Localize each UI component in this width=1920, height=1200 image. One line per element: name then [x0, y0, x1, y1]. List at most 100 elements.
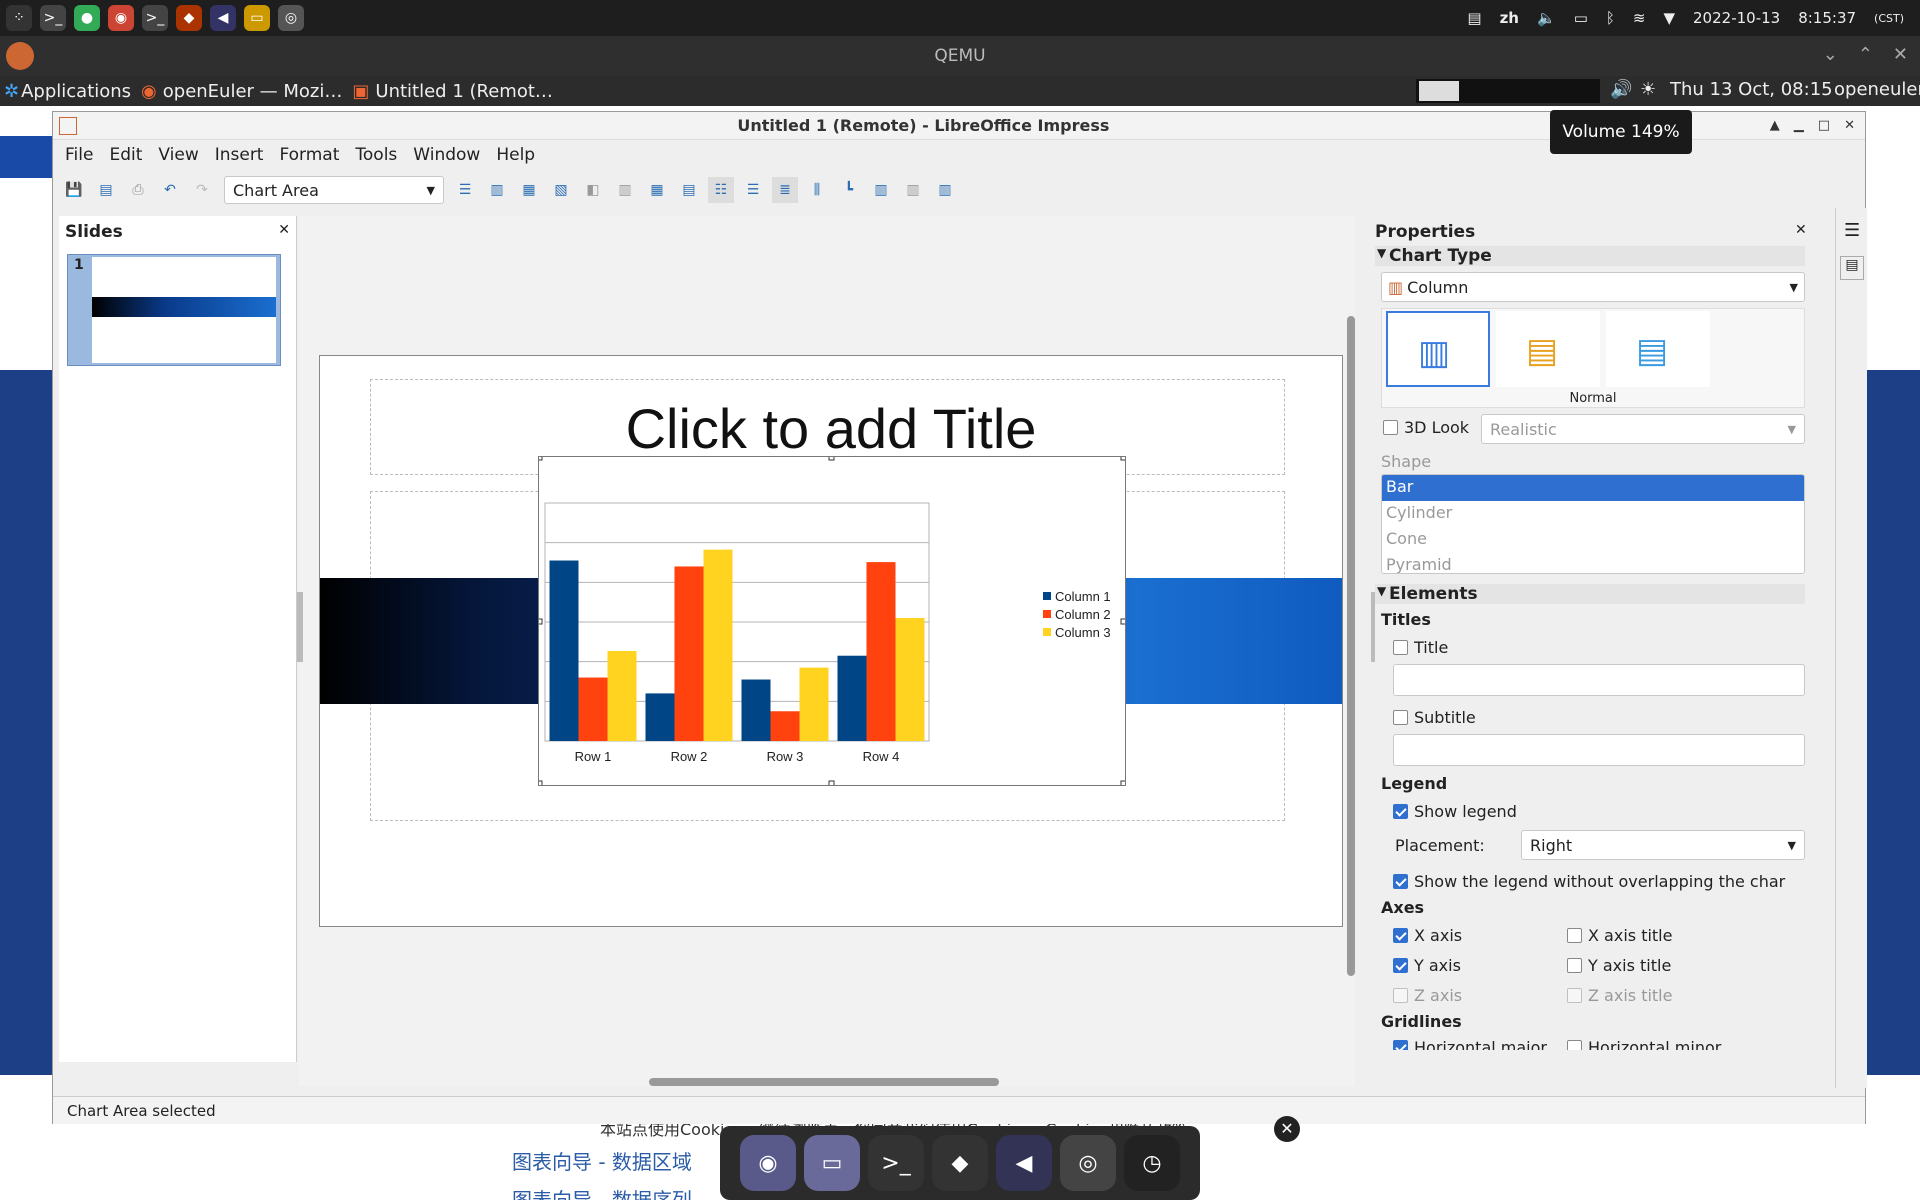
vscode-icon[interactable]: ◀ [210, 5, 236, 31]
x-axis-checkbox[interactable] [1393, 928, 1408, 943]
title-input[interactable] [1393, 664, 1805, 696]
chart-type-icon[interactable]: ▥ [484, 177, 510, 203]
horizontal-scrollbar[interactable] [649, 1078, 999, 1086]
menu-help[interactable]: Help [496, 145, 535, 165]
menu-view[interactable]: View [158, 145, 198, 165]
redo-icon[interactable]: ↷ [189, 177, 215, 203]
h-major-checkbox[interactable] [1393, 1040, 1408, 1050]
y-axis-icon[interactable]: ▥ [900, 177, 926, 203]
close-icon[interactable]: ✕ [1795, 222, 1807, 238]
chart-type-dropdown[interactable]: ▥ Column ▼ [1381, 272, 1805, 302]
subtitle-checkbox[interactable] [1393, 710, 1408, 725]
variant-stacked[interactable]: ▤ [1496, 311, 1600, 387]
legend-icon[interactable]: ☰ [740, 177, 766, 203]
firefox-icon[interactable]: ◉ [740, 1135, 796, 1191]
close-icon[interactable]: ✕ [1844, 118, 1855, 133]
terminal-icon-2[interactable]: >_ [142, 5, 168, 31]
print-icon[interactable]: ⎙ [125, 177, 151, 203]
format-selection-icon[interactable]: ☰ [452, 177, 478, 203]
bluetooth-icon[interactable]: ᛒ [1606, 9, 1615, 27]
speaker-icon[interactable]: 🔊 [1610, 79, 1632, 100]
maximize-icon[interactable]: ⌃ [1858, 44, 1873, 65]
files-icon[interactable]: ▭ [804, 1135, 860, 1191]
chart-wall-icon[interactable]: ▦ [516, 177, 542, 203]
shape-item-cone[interactable]: Cone [1382, 527, 1804, 553]
applications-menu[interactable]: Applications [21, 81, 131, 102]
variant-normal[interactable]: ▥ [1386, 311, 1490, 387]
horizontal-grids-icon[interactable]: ≣ [772, 177, 798, 203]
chart-object[interactable]: Row 1 Row 2 Row 3 Row 4 Column 1 Column 2 Colu… [538, 456, 1126, 786]
z-axis-title-checkbox[interactable] [1567, 988, 1582, 1003]
x-axis-icon[interactable]: ▥ [868, 177, 894, 203]
data-table-icon[interactable]: ▦ [644, 177, 670, 203]
z-axis-checkbox[interactable] [1393, 988, 1408, 1003]
volume-icon[interactable]: 🔈 [1537, 9, 1556, 27]
shade-icon[interactable]: ▲ [1770, 118, 1780, 133]
menu-insert[interactable]: Insert [215, 145, 264, 165]
close-icon[interactable]: ✕ [278, 222, 290, 238]
save-icon[interactable]: 💾 [61, 177, 87, 203]
vertical-grids-icon[interactable]: ⫼ [804, 177, 830, 203]
menu-tools[interactable]: Tools [355, 145, 397, 165]
shape-item-bar[interactable]: Bar [1382, 475, 1804, 501]
app-icon[interactable]: ● [74, 5, 100, 31]
slide-title-placeholder[interactable]: Click to add Title [320, 396, 1342, 461]
shape-item-pyramid[interactable]: Pyramid [1382, 553, 1804, 573]
y-axis-title-checkbox[interactable] [1567, 958, 1582, 973]
properties-deck-icon[interactable]: ▤ [1840, 256, 1864, 280]
menu-file[interactable]: File [65, 145, 93, 165]
terminal-icon[interactable]: >_ [868, 1135, 924, 1191]
menu-window[interactable]: Window [413, 145, 480, 165]
data-ranges-icon[interactable]: ▥ [612, 177, 638, 203]
shape-item-cylinder[interactable]: Cylinder [1382, 501, 1804, 527]
close-icon[interactable]: ✕ [1893, 44, 1908, 65]
placement-dropdown[interactable]: Right ▼ [1521, 830, 1805, 860]
weather-icon[interactable]: ☀ [1640, 79, 1656, 100]
pane-splitter-left[interactable] [297, 592, 303, 662]
x-axis-title-checkbox[interactable] [1567, 928, 1582, 943]
vertical-scrollbar[interactable] [1347, 316, 1355, 976]
minimize-icon[interactable]: ⌄ [1823, 44, 1838, 65]
chart-area-icon[interactable]: ▧ [548, 177, 574, 203]
y-axis-checkbox[interactable] [1393, 958, 1408, 973]
chart-element-selector[interactable]: Chart Area ▼ [224, 176, 444, 204]
slide-thumbnail[interactable]: 1 [67, 254, 281, 366]
legend-on-off-icon[interactable]: ☷ [708, 177, 734, 203]
chart-floor-icon[interactable]: ◧ [580, 177, 606, 203]
title-checkbox[interactable] [1393, 640, 1408, 655]
undo-icon[interactable]: ↶ [157, 177, 183, 203]
export-pdf-icon[interactable]: ▤ [93, 177, 119, 203]
browser-tab[interactable] [0, 136, 52, 178]
language-indicator[interactable]: zh [1500, 9, 1519, 27]
clipboard-icon[interactable]: ▤ [1467, 9, 1481, 27]
chevron-down-icon[interactable]: ▼ [1663, 9, 1675, 27]
minimize-icon[interactable]: ▁ [1794, 118, 1804, 133]
h-minor-checkbox[interactable] [1567, 1040, 1582, 1050]
sidebar-menu-icon[interactable]: ☰ [1844, 220, 1860, 241]
axes-icon[interactable]: ┗ [836, 177, 862, 203]
3d-look-checkbox[interactable] [1383, 420, 1398, 435]
menu-format[interactable]: Format [279, 145, 339, 165]
elements-section[interactable]: ▼ Elements [1375, 584, 1805, 604]
variant-percent-stacked[interactable]: ▤ [1606, 311, 1710, 387]
chart-type-section[interactable]: ▼ Chart Type [1375, 246, 1805, 266]
vscode-icon[interactable]: ◀ [996, 1135, 1052, 1191]
task-impress[interactable]: Untitled 1 (Remot… [375, 81, 553, 102]
menu-edit[interactable]: Edit [109, 145, 142, 165]
link-data-area[interactable]: 图表向导 - 数据区域 [512, 1146, 692, 1175]
link-data-series[interactable]: 图表向导 - 数据序列 [512, 1184, 692, 1200]
3d-look-dropdown[interactable]: Realistic ▼ [1481, 414, 1805, 444]
task-firefox[interactable]: openEuler — Mozi… [163, 81, 343, 102]
activities-icon[interactable]: ⁘ [6, 5, 32, 31]
z-axis-icon[interactable]: ▥ [932, 177, 958, 203]
wifi-icon[interactable]: ≋ [1633, 9, 1646, 27]
qemu-icon[interactable]: ◆ [932, 1135, 988, 1191]
close-icon[interactable]: ✕ [1274, 1116, 1300, 1142]
workspace-switcher[interactable] [1416, 79, 1600, 103]
clock-icon[interactable]: ◷ [1124, 1135, 1180, 1191]
subtitle-input[interactable] [1393, 734, 1805, 766]
title-icon[interactable]: ▤ [676, 177, 702, 203]
files-icon[interactable]: ▭ [244, 5, 270, 31]
firefox-icon[interactable]: ◉ [108, 5, 134, 31]
camera-icon[interactable]: ◎ [278, 5, 304, 31]
